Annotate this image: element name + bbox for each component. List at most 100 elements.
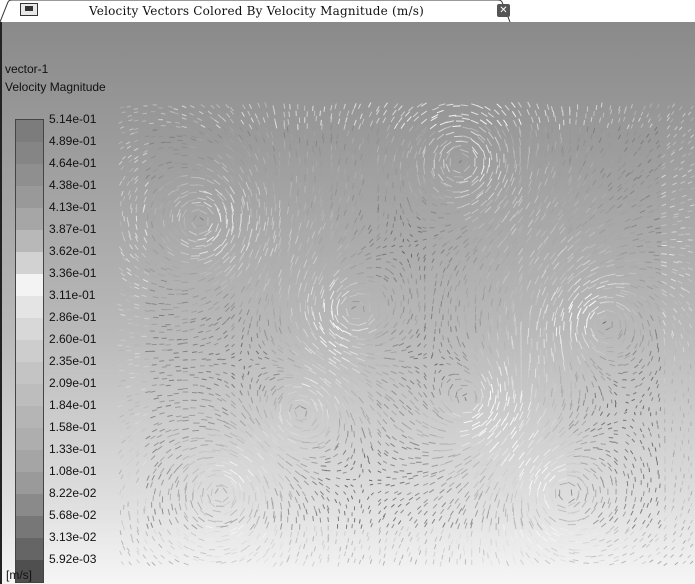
velocity-vector: [588, 243, 596, 249]
velocity-vector: [391, 136, 395, 143]
velocity-vector: [457, 543, 460, 550]
graphics-viewport[interactable]: vector-1 Velocity Magnitude 5.14e-01 4.89…: [2, 22, 695, 584]
velocity-vector: [143, 237, 148, 244]
velocity-vector: [134, 187, 138, 193]
velocity-vector: [455, 538, 459, 545]
velocity-vector: [383, 553, 386, 559]
velocity-vector: [661, 166, 666, 170]
velocity-vector: [560, 236, 567, 244]
velocity-vector: [354, 160, 357, 167]
velocity-vector: [617, 355, 624, 358]
velocity-vector: [533, 475, 539, 484]
velocity-vector: [653, 293, 660, 299]
velocity-vector: [199, 323, 205, 327]
velocity-vector: [117, 324, 123, 326]
velocity-vector: [438, 188, 446, 194]
velocity-vector: [648, 447, 651, 452]
velocity-vector: [304, 364, 313, 370]
velocity-vector: [432, 106, 440, 111]
velocity-vector: [446, 476, 453, 481]
velocity-vector: [497, 170, 502, 180]
velocity-vector: [382, 364, 390, 368]
velocity-vector: [488, 445, 496, 453]
velocity-vector: [433, 145, 439, 154]
velocity-vector: [456, 467, 464, 474]
velocity-vector: [509, 417, 515, 426]
velocity-vector: [134, 244, 139, 250]
velocity-vector: [647, 184, 652, 189]
velocity-vector: [312, 515, 314, 522]
velocity-vector: [134, 195, 138, 202]
velocity-vector: [376, 224, 380, 230]
velocity-vector: [649, 391, 652, 396]
velocity-vector: [393, 154, 396, 162]
velocity-vector: [247, 350, 250, 355]
velocity-vector: [621, 336, 627, 343]
velocity-vector: [513, 313, 516, 322]
velocity-vector: [490, 278, 494, 286]
velocity-vector: [656, 384, 659, 389]
velocity-vector: [463, 369, 471, 375]
velocity-vector: [153, 442, 159, 447]
velocity-vector: [350, 390, 358, 398]
velocity-vector: [257, 411, 263, 420]
velocity-vector: [672, 141, 677, 146]
velocity-vector: [445, 151, 451, 161]
velocity-vector: [462, 508, 467, 516]
velocity-vector: [637, 134, 642, 139]
velocity-vector: [365, 382, 373, 388]
velocity-vector: [291, 524, 293, 530]
velocity-vector: [679, 512, 683, 518]
velocity-vector: [330, 202, 334, 209]
velocity-vector: [359, 235, 365, 241]
velocity-vector: [177, 302, 183, 305]
velocity-vector: [158, 135, 164, 138]
velocity-vector: [599, 188, 605, 194]
velocity-vector: [543, 224, 549, 232]
velocity-vector: [149, 142, 155, 145]
velocity-vector: [548, 455, 556, 462]
velocity-vector: [120, 146, 125, 150]
velocity-vector: [460, 433, 470, 437]
velocity-vector: [134, 384, 140, 387]
velocity-vector: [169, 493, 172, 501]
velocity-vector: [353, 119, 357, 126]
velocity-vector: [455, 483, 462, 489]
velocity-vector: [224, 344, 229, 348]
velocity-vector: [273, 185, 275, 193]
velocity-vector: [423, 343, 427, 348]
close-icon[interactable]: ✕: [497, 4, 510, 17]
velocity-vector: [337, 244, 343, 252]
velocity-vector: [438, 369, 442, 374]
velocity-vector: [668, 253, 675, 256]
velocity-vector: [552, 111, 555, 117]
velocity-vector: [687, 210, 693, 213]
velocity-vector: [623, 328, 627, 336]
velocity-vector: [592, 168, 597, 174]
velocity-vector: [655, 227, 661, 230]
velocity-vector: [199, 405, 206, 408]
velocity-vector: [198, 516, 205, 523]
velocity-vector: [540, 258, 547, 267]
velocity-vector: [576, 405, 580, 412]
velocity-vector: [142, 286, 148, 290]
velocity-vector: [248, 215, 251, 225]
velocity-vector: [648, 487, 651, 493]
velocity-vector: [487, 504, 491, 513]
velocity-vector: [274, 401, 277, 411]
velocity-vector: [393, 403, 399, 409]
velocity-vector: [488, 238, 495, 245]
velocity-vector: [164, 235, 171, 242]
velocity-vector: [383, 452, 389, 457]
velocity-vector: [661, 183, 667, 187]
velocity-vector: [517, 195, 523, 204]
color-legend-swatch: [16, 538, 43, 560]
velocity-vector: [176, 419, 183, 422]
velocity-vector: [151, 428, 158, 433]
velocity-vector: [520, 361, 522, 371]
velocity-vector: [670, 333, 674, 339]
velocity-vector: [459, 429, 469, 433]
color-legend-label: 5.14e-01: [49, 112, 97, 126]
velocity-vector: [649, 452, 652, 457]
velocity-vector: [264, 356, 270, 360]
